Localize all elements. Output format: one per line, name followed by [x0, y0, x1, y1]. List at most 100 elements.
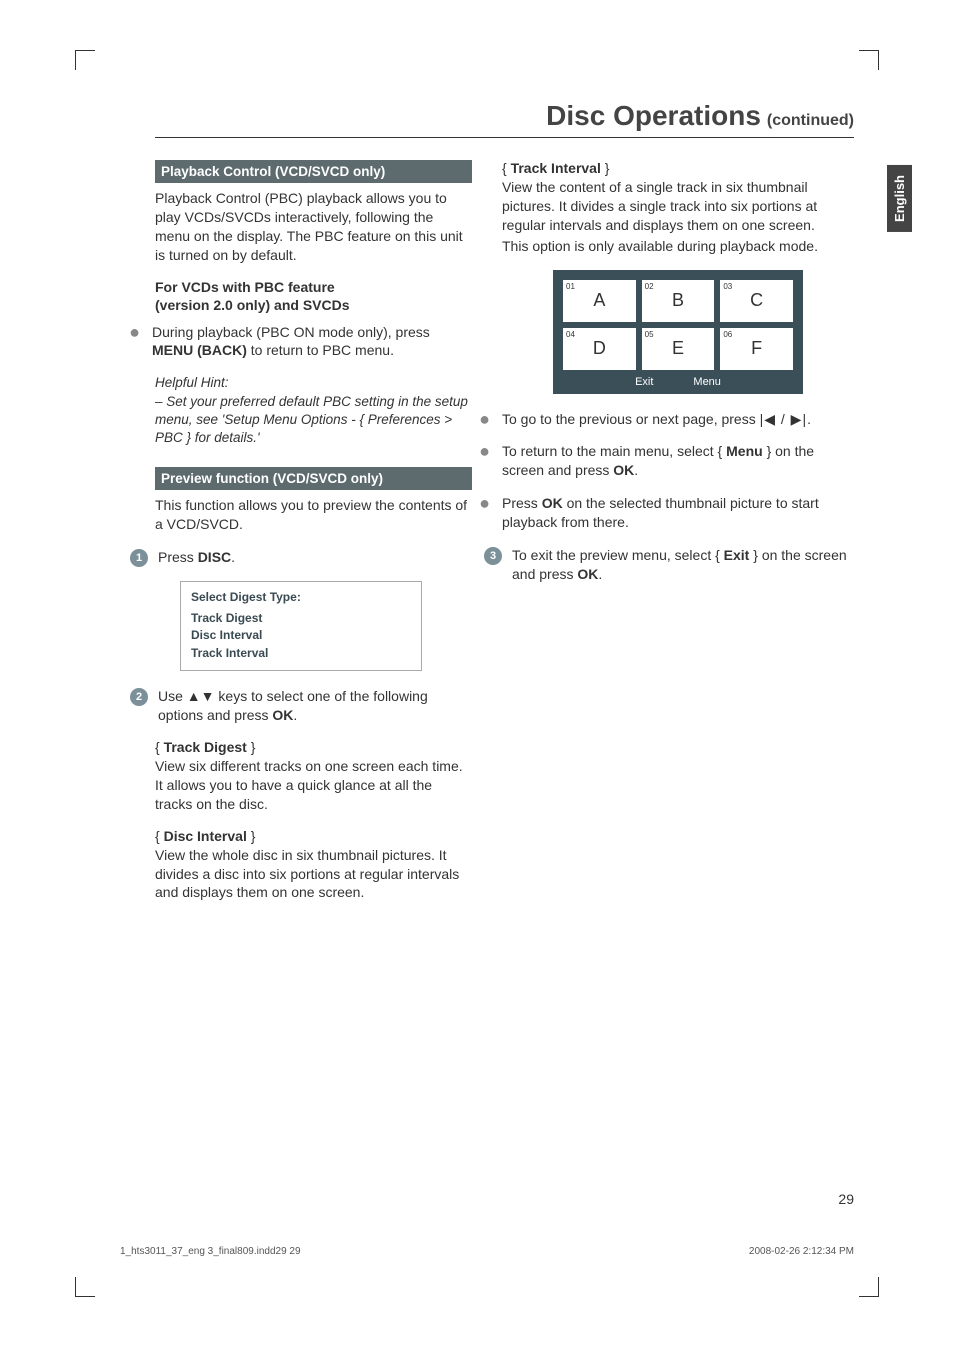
grid-button-row: Exit Menu	[563, 370, 793, 394]
section-bar-preview: Preview function (VCD/SVCD only)	[155, 467, 472, 490]
thumbnail-d: 04 D	[563, 328, 636, 370]
bullet-body: Press OK on the selected thumbnail pictu…	[502, 494, 854, 532]
track-digest-label: Track Digest	[164, 739, 247, 755]
disc-interval-head: { Disc Interval }	[155, 828, 472, 844]
step-number-3: 3	[484, 547, 502, 565]
thumbnail-b: 02 B	[642, 280, 715, 322]
thumb-letter: D	[593, 338, 606, 359]
right-column: { Track Interval } View the content of a…	[502, 160, 854, 916]
up-down-arrows-icon: ▲▼	[187, 688, 215, 704]
language-tab: English	[887, 165, 912, 232]
preview-grid-wrap: 01 A 02 B 03 C 04 D 05 E 06 F Exit Menu	[553, 270, 803, 394]
footer-right: 2008-02-26 2:12:34 PM	[749, 1246, 854, 1257]
bullet-icon: ●	[470, 410, 490, 429]
exit-grid-button: Exit	[635, 376, 653, 388]
bullet-icon: ●	[470, 442, 490, 480]
text: Press	[158, 549, 198, 565]
thumb-num: 04	[566, 330, 575, 339]
menu-back-label: MENU (BACK)	[152, 342, 247, 358]
text: .	[231, 549, 235, 565]
pbc-bullet-row: ● During playback (PBC ON mode only), pr…	[120, 323, 472, 361]
columns: Playback Control (VCD/SVCD only) Playbac…	[120, 160, 854, 916]
thumb-letter: F	[751, 338, 762, 359]
text: To exit the preview menu, select {	[512, 547, 724, 563]
ok-label: OK	[542, 495, 563, 511]
crop-mark-tr	[859, 50, 879, 70]
text: To go to the previous or next page, pres…	[502, 411, 760, 427]
text: .	[634, 462, 638, 478]
text: Use	[158, 688, 187, 704]
text: During playback (PBC ON mode only), pres…	[152, 324, 430, 340]
bullet-press-ok: ● Press OK on the selected thumbnail pic…	[470, 494, 854, 532]
page-title: Disc Operations	[546, 100, 761, 132]
step-3-body: To exit the preview menu, select { Exit …	[512, 546, 854, 584]
track-interval-label: Track Interval	[511, 160, 601, 176]
step-number-2: 2	[130, 688, 148, 706]
footer: 1_hts3011_37_eng 3_final809.indd29 29 20…	[120, 1246, 854, 1257]
disc-label: DISC	[198, 549, 231, 565]
disc-interval-body: View the whole disc in six thumbnail pic…	[155, 846, 472, 903]
ok-label: OK	[272, 707, 293, 723]
bullet-prev-next: ● To go to the previous or next page, pr…	[470, 410, 854, 429]
page-subtitle: (continued)	[767, 112, 854, 130]
step-2-body: Use ▲▼ keys to select one of the followi…	[158, 687, 472, 725]
skip-prev-next-icon: |◀ / ▶|	[760, 411, 807, 427]
hint-body: – Set your preferred default PBC setting…	[155, 393, 472, 448]
ok-label: OK	[613, 462, 634, 478]
thumb-letter: C	[750, 290, 763, 311]
bullet-icon: ●	[120, 323, 140, 361]
bullet-body: To go to the previous or next page, pres…	[502, 410, 854, 429]
thumb-num: 01	[566, 282, 575, 291]
thumbnail-c: 03 C	[720, 280, 793, 322]
crop-mark-tl	[75, 50, 95, 70]
thumb-num: 03	[723, 282, 732, 291]
thumb-letter: B	[672, 290, 684, 311]
menu-label: Menu	[726, 443, 763, 459]
track-digest-body: View six different tracks on one screen …	[155, 757, 472, 814]
footer-left: 1_hts3011_37_eng 3_final809.indd29 29	[120, 1246, 301, 1257]
header: Disc Operations (continued)	[155, 100, 854, 138]
track-digest-head: { Track Digest }	[155, 739, 472, 755]
text: To return to the main menu, select {	[502, 443, 726, 459]
menu-grid-button: Menu	[693, 376, 721, 388]
thumb-letter: A	[593, 290, 605, 311]
thumb-num: 06	[723, 330, 732, 339]
thumbnail-e: 05 E	[642, 328, 715, 370]
text: Press	[502, 495, 542, 511]
step-1-body: Press DISC.	[158, 548, 472, 567]
section-bar-pbc: Playback Control (VCD/SVCD only)	[155, 160, 472, 183]
text: to return to PBC menu.	[247, 342, 394, 358]
ok-label: OK	[577, 566, 598, 582]
pbc-bullet-body: During playback (PBC ON mode only), pres…	[152, 323, 472, 361]
crop-mark-bl	[75, 1277, 95, 1297]
preview-grid: 01 A 02 B 03 C 04 D 05 E 06 F	[563, 280, 793, 370]
pbc-subhead-2: (version 2.0 only) and SVCDs	[155, 297, 472, 313]
bullet-body: To return to the main menu, select { Men…	[502, 442, 854, 480]
thumb-letter: E	[672, 338, 684, 359]
step-number-1: 1	[130, 549, 148, 567]
text: .	[293, 707, 297, 723]
digest-box: Select Digest Type: Track Digest Disc In…	[180, 581, 422, 671]
thumbnail-a: 01 A	[563, 280, 636, 322]
digest-title: Select Digest Type:	[191, 590, 411, 604]
track-interval-body: View the content of a single track in si…	[502, 178, 854, 235]
disc-interval-label: Disc Interval	[164, 828, 247, 844]
crop-mark-br	[859, 1277, 879, 1297]
bullet-icon: ●	[470, 494, 490, 532]
thumb-num: 05	[645, 330, 654, 339]
preview-intro: This function allows you to preview the …	[155, 496, 472, 534]
page-content: English Disc Operations (continued) Play…	[120, 100, 854, 1287]
digest-item: Track Digest	[191, 610, 411, 627]
pbc-subhead-1: For VCDs with PBC feature	[155, 279, 472, 295]
track-interval-body-2: This option is only available during pla…	[502, 237, 854, 256]
page-number: 29	[838, 1191, 854, 1207]
thumb-num: 02	[645, 282, 654, 291]
step-2-row: 2 Use ▲▼ keys to select one of the follo…	[120, 687, 472, 725]
step-1-row: 1 Press DISC.	[120, 548, 472, 567]
exit-label: Exit	[724, 547, 750, 563]
hint-block: Helpful Hint: – Set your preferred defau…	[155, 374, 472, 447]
thumbnail-f: 06 F	[720, 328, 793, 370]
digest-item: Track Interval	[191, 645, 411, 662]
bullet-main-menu: ● To return to the main menu, select { M…	[470, 442, 854, 480]
hint-title: Helpful Hint:	[155, 374, 472, 392]
